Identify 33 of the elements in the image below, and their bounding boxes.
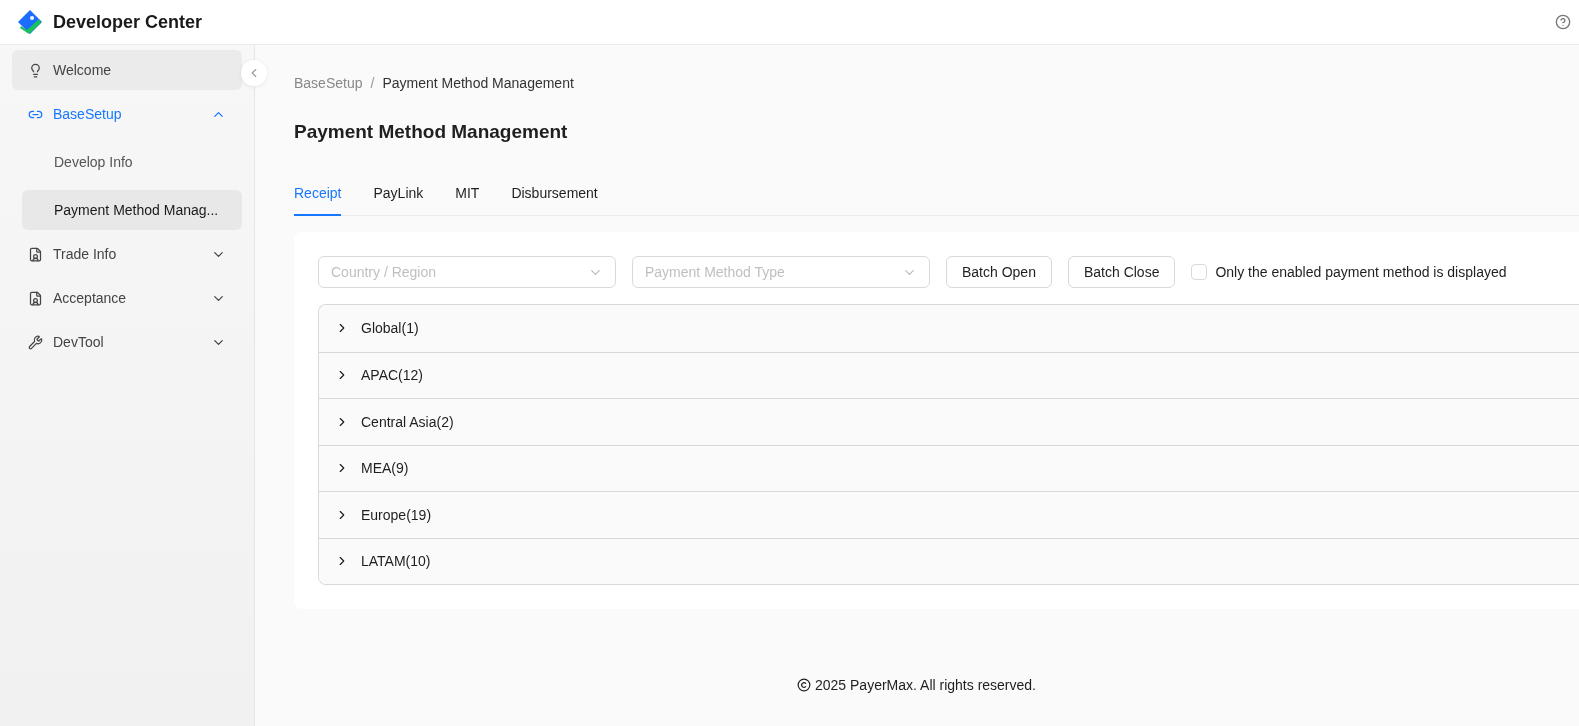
region-panel[interactable]: Central Asia(2) xyxy=(319,398,1579,445)
tab[interactable]: Disbursement xyxy=(511,179,598,216)
batch-button[interactable]: Batch Open xyxy=(946,256,1052,288)
wrench-icon xyxy=(28,334,43,350)
enabled-only-checkbox[interactable]: Only the enabled payment method is displayed xyxy=(1191,264,1507,280)
page-title: Payment Method Management xyxy=(294,121,569,143)
sidebar-item[interactable]: DevTool xyxy=(12,322,242,362)
region-panel[interactable]: LATAM(10) xyxy=(319,537,1579,584)
help-icon[interactable] xyxy=(1555,14,1571,30)
region-panel[interactable]: APAC(12) xyxy=(319,351,1579,398)
sidebar-subitem[interactable]: Develop Info xyxy=(22,142,242,182)
region-panel[interactable]: Europe(19) xyxy=(319,491,1579,538)
document-user-icon xyxy=(28,290,43,306)
sidebar-item[interactable]: Acceptance xyxy=(12,278,242,318)
sidebar-subitem[interactable]: Payment Method Manag... xyxy=(22,190,242,230)
sidebar-item[interactable]: Welcome xyxy=(12,50,242,90)
region-panel[interactable]: MEA(9) xyxy=(319,444,1579,491)
tab[interactable]: MIT xyxy=(455,179,480,216)
logo-icon xyxy=(17,9,43,35)
document-user-icon xyxy=(28,246,43,262)
lightbulb-icon xyxy=(28,62,43,78)
copyright-icon xyxy=(797,678,811,692)
tab[interactable]: PayLink xyxy=(373,179,424,216)
breadcrumb-item[interactable]: BaseSetup xyxy=(294,75,363,91)
footer-text: 2025 PayerMax. All rights reserved. xyxy=(815,677,1036,693)
sidebar-item[interactable]: Trade Info xyxy=(12,234,242,274)
app-title: Developer Center xyxy=(53,11,203,33)
region-panel[interactable]: Global(1) xyxy=(319,305,1579,352)
breadcrumb-item: Payment Method Management xyxy=(382,75,574,91)
batch-button[interactable]: Batch Close xyxy=(1067,256,1176,288)
sidebar-item[interactable]: BaseSetup xyxy=(12,94,242,134)
tab[interactable]: Receipt xyxy=(294,179,342,216)
breadcrumb-separator: / xyxy=(370,75,375,91)
